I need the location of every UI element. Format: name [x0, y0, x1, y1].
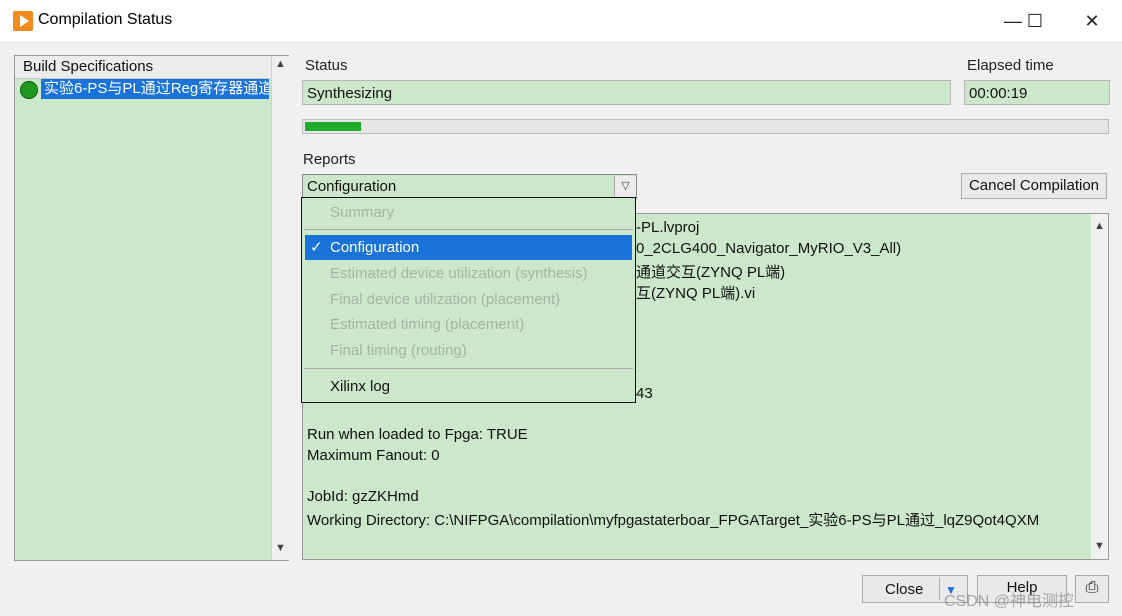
menu-item-xilinx-log[interactable]: Xilinx log — [330, 378, 390, 395]
build-specifications-tree[interactable]: Build Specifications 实验6-PS与PL通过Reg寄存器通道… — [14, 55, 289, 561]
title-bar: Compilation Status — ☐ ✕ — [0, 0, 1122, 43]
close-button-label: Close — [885, 581, 924, 598]
report-line: Run when loaded to Fpga: TRUE — [307, 426, 528, 443]
tree-header-label: Build Specifications — [23, 58, 154, 75]
menu-item-estimated-utilization[interactable]: Estimated device utilization (synthesis) — [330, 265, 588, 282]
reports-select-value: Configuration — [307, 178, 397, 195]
reports-label: Reports — [303, 151, 356, 168]
elapsed-time-field: 00:00:19 — [964, 80, 1110, 105]
report-line: 互(ZYNQ PL端).vi — [636, 285, 756, 302]
status-field: Synthesizing — [302, 80, 951, 105]
tree-header: Build Specifications — [15, 56, 271, 79]
scroll-down-icon[interactable]: ▼ — [272, 542, 289, 554]
report-line: Working Directory: C:\NIFPGA\compilation… — [307, 512, 1040, 529]
reports-select[interactable]: Configuration ▽ — [302, 174, 637, 199]
menu-item-final-timing[interactable]: Final timing (routing) — [330, 342, 467, 359]
button-divider — [939, 578, 940, 600]
progress-bar — [302, 119, 1109, 134]
checkmark-icon: ✓ — [310, 239, 323, 256]
watermark: CSDN @神电测控 — [944, 593, 1075, 610]
labview-app-icon — [13, 11, 33, 31]
build-spec-item[interactable]: 实验6-PS与PL通过Reg寄存器通道 — [41, 79, 269, 99]
menu-separator — [304, 229, 633, 230]
scroll-down-icon[interactable]: ▼ — [1091, 540, 1108, 552]
report-line: -PL.lvproj — [636, 219, 700, 236]
report-line: 0_2CLG400_Navigator_MyRIO_V3_All) — [636, 240, 902, 257]
menu-item-summary[interactable]: Summary — [330, 204, 394, 221]
reports-dropdown-menu[interactable]: Summary ✓ Configuration Estimated device… — [301, 197, 636, 403]
status-dot-icon — [20, 81, 38, 99]
elapsed-time-label: Elapsed time — [967, 57, 1054, 74]
print-icon[interactable]: ⎙ — [1075, 575, 1109, 603]
menu-item-estimated-timing[interactable]: Estimated timing (placement) — [330, 316, 524, 333]
report-line: 通道交互(ZYNQ PL端) — [636, 264, 786, 281]
status-label: Status — [305, 57, 348, 74]
scroll-up-icon[interactable]: ▲ — [1091, 220, 1108, 232]
report-line: 43 — [636, 385, 653, 402]
dropdown-arrow-icon[interactable]: ▽ — [614, 176, 636, 197]
report-line: JobId: gzZKHmd — [307, 488, 419, 505]
menu-item-configuration[interactable]: Configuration — [330, 239, 419, 256]
menu-item-final-utilization[interactable]: Final device utilization (placement) — [330, 291, 560, 308]
menu-separator — [304, 368, 633, 369]
report-scrollbar[interactable]: ▲ ▼ — [1091, 214, 1108, 559]
maximize-button[interactable]: ☐ — [1012, 0, 1058, 42]
close-window-button[interactable]: ✕ — [1069, 0, 1115, 42]
progress-bar-fill — [305, 122, 361, 131]
tree-scrollbar[interactable]: ▲ ▼ — [271, 56, 289, 560]
report-line: Maximum Fanout: 0 — [307, 447, 440, 464]
scroll-up-icon[interactable]: ▲ — [272, 58, 289, 70]
window-title: Compilation Status — [38, 11, 173, 28]
cancel-compilation-button[interactable]: Cancel Compilation — [961, 173, 1107, 199]
